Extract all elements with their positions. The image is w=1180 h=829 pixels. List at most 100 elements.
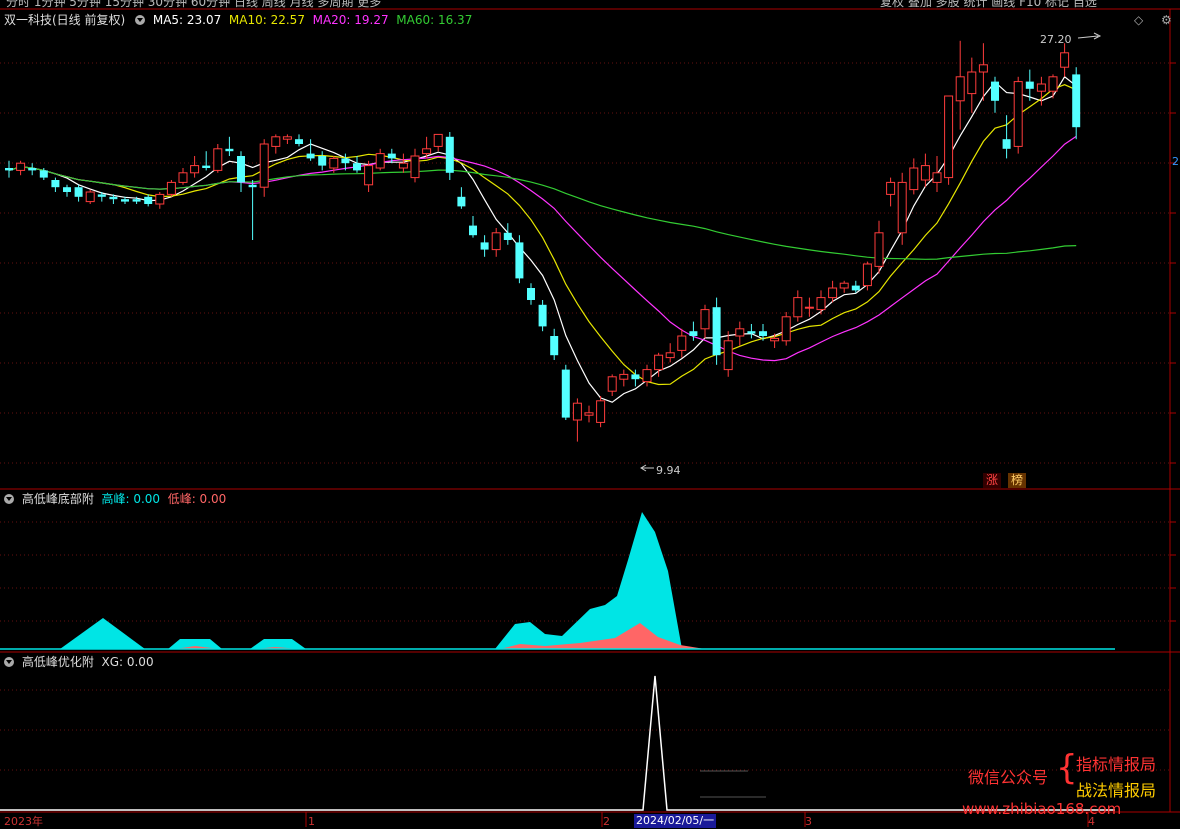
candle-body (920, 165, 930, 181)
candle-body (248, 184, 257, 188)
candle-body (410, 155, 420, 179)
candle-body (654, 354, 664, 371)
low-arrow (640, 464, 654, 472)
candle-body (144, 196, 153, 204)
candle-body (306, 153, 315, 159)
candle-body (642, 369, 652, 383)
candle-body (677, 335, 687, 351)
gaofeng-area (495, 512, 682, 649)
candle-body (851, 285, 860, 291)
ma20-label: MA20: 19.27 (312, 13, 389, 27)
diamond-icon[interactable]: ◇ (1134, 13, 1143, 27)
indicator2-title: 高低峰优化附 (21, 655, 94, 669)
candle-body (862, 263, 872, 287)
candle-body (538, 304, 547, 327)
xg-label: XG: 0.00 (101, 655, 154, 669)
watermark-wechat: 微信公众号 (968, 768, 1049, 787)
candle-body (897, 181, 907, 234)
candle-body (28, 168, 37, 171)
ma5-label: MA5: 23.07 (152, 13, 222, 27)
candle-body (909, 167, 919, 191)
gaofeng-area (60, 618, 145, 649)
candle-body (202, 165, 211, 168)
candle-body (63, 187, 71, 192)
candle-body (39, 170, 48, 178)
low-price-label: 9.94 (656, 464, 681, 477)
indicator1-title: 高低峰底部附 (21, 492, 94, 506)
candle-body (166, 181, 176, 195)
gear-icon[interactable]: ⚙ (1161, 13, 1172, 27)
candle-body (527, 288, 535, 300)
xg-line (0, 675, 1115, 811)
ma60-label: MA60: 16.37 (396, 13, 473, 27)
watermark-url: www.zhibiao168.com (962, 800, 1122, 818)
candle-body (770, 337, 780, 342)
candle-body (318, 156, 327, 166)
brace-icon: { (1056, 748, 1078, 788)
candle-body (213, 148, 223, 171)
candle-body (398, 162, 408, 169)
candle-body (375, 153, 385, 169)
candle-body (828, 287, 838, 299)
crosshair-date-label: 2024/02/05/一 (634, 814, 717, 828)
candle-body (237, 156, 245, 183)
candle-body (550, 336, 559, 356)
candle-body (607, 376, 617, 392)
gaofeng-label: 高峰: 0.00 (101, 492, 161, 506)
candle-body (51, 180, 60, 188)
candle-body (97, 194, 106, 197)
watermark-line2: 战法情报局 (1076, 781, 1157, 800)
zhang-tag[interactable]: 涨 (983, 473, 1002, 488)
candle-body (561, 369, 570, 418)
candle-body (457, 196, 466, 207)
candle-body (480, 242, 489, 250)
candle-body (955, 76, 965, 102)
candle-body (991, 81, 999, 101)
candle-body (932, 172, 942, 183)
candle-body (433, 133, 443, 147)
candle-body (1060, 52, 1070, 68)
dropdown-icon[interactable] (4, 494, 14, 504)
candle-body (596, 400, 606, 423)
candle-body (5, 168, 13, 171)
candle-body (387, 153, 396, 159)
ma5-line (8, 75, 1077, 403)
candle-body (804, 306, 814, 309)
candle-body (155, 193, 165, 205)
main-panel-legend: 双一科技(日线 前复权) MA5: 23.07 MA10: 22.57 MA20… (4, 13, 472, 27)
candle-body (584, 412, 594, 416)
candle-body (712, 307, 721, 356)
candle-body (515, 242, 524, 279)
candle-body (85, 191, 95, 203)
difeng-label: 低峰: 0.00 (167, 492, 227, 506)
candle-body (839, 282, 849, 289)
candle-body (491, 232, 501, 251)
ma10-line (8, 84, 1077, 386)
candle-body (759, 331, 767, 336)
candle-body (816, 297, 826, 311)
stock-title: 双一科技(日线 前复权) (4, 13, 126, 27)
candle-body (572, 402, 582, 421)
candle-body (1025, 81, 1034, 89)
candle-body (225, 148, 234, 152)
candle-body (295, 139, 303, 144)
candle-body (469, 225, 477, 236)
candle-body (445, 136, 454, 173)
dropdown-icon[interactable] (4, 657, 14, 667)
candle-body (967, 71, 977, 95)
right-axis-tick: 2 (1172, 155, 1179, 168)
candle-body (700, 309, 710, 330)
candle-body (1072, 74, 1081, 128)
sub-panel2-legend: 高低峰优化附 XG: 0.00 (4, 655, 154, 669)
chart-canvas (0, 8, 1180, 827)
high-arrow (1077, 32, 1102, 40)
candle-body (689, 331, 698, 336)
bang-tag[interactable]: 榜 (1008, 473, 1027, 488)
sub-panel1-legend: 高低峰底部附 高峰: 0.00 低峰: 0.00 (4, 492, 226, 506)
candle-body (874, 232, 884, 267)
dropdown-icon[interactable] (135, 15, 146, 25)
candle-body (16, 162, 26, 171)
candle-body (329, 157, 339, 169)
candle-body (619, 373, 629, 380)
candle-body (747, 331, 756, 334)
